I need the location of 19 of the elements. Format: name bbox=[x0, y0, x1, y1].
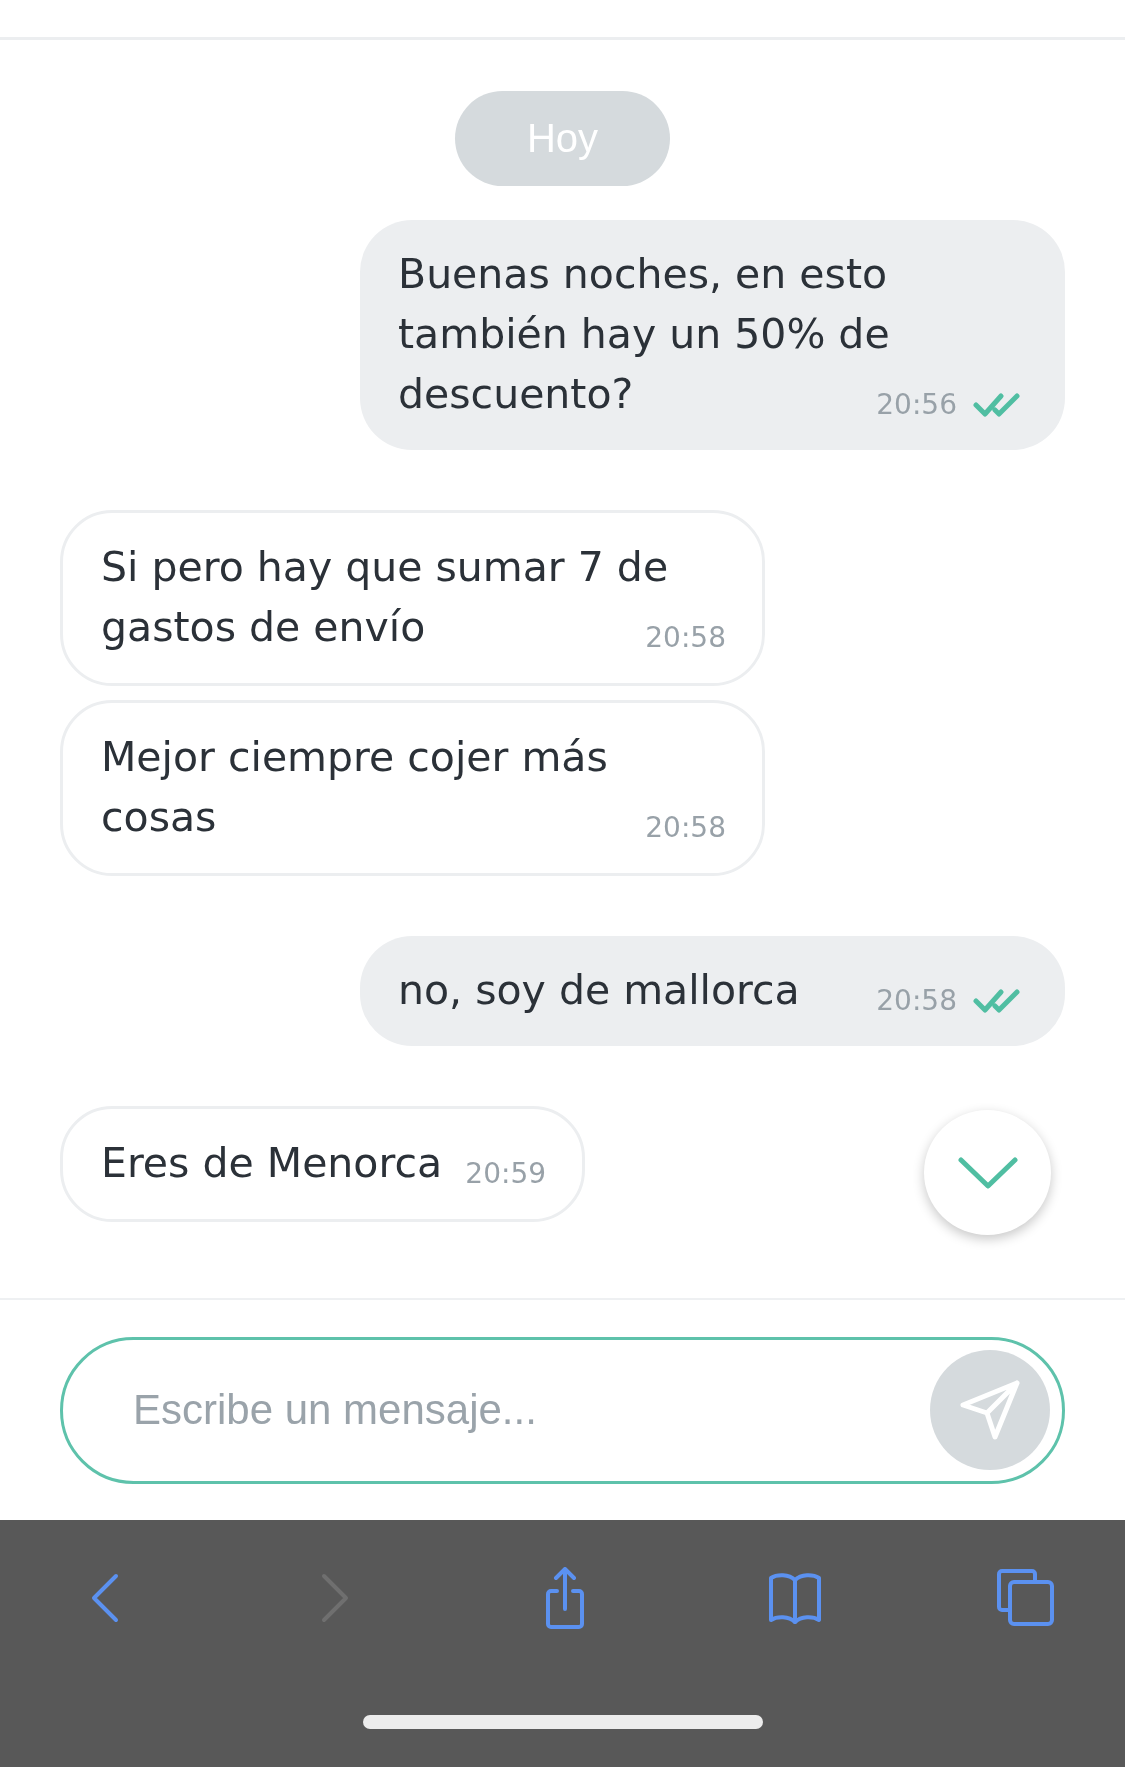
message-field[interactable]: Escribe un mensaje... bbox=[60, 1336, 1065, 1484]
received-message: Eres de Menorca 20:59 bbox=[60, 1106, 586, 1222]
received-message: Mejor ciempre cojer más cosas 20:58 bbox=[60, 700, 765, 876]
share-icon bbox=[546, 1566, 584, 1629]
sent-message: no, soy de mallorca 20:58 bbox=[360, 936, 1065, 1046]
message-time: 20:58 bbox=[876, 984, 957, 1018]
scroll-down-button[interactable] bbox=[924, 1110, 1051, 1235]
chevron-left-icon bbox=[90, 1571, 120, 1624]
message-time: 20:58 bbox=[645, 621, 726, 655]
message-time: 20:58 bbox=[645, 811, 726, 845]
message-time: 20:56 bbox=[876, 388, 957, 422]
message-input[interactable]: Escribe un mensaje... bbox=[133, 1360, 930, 1460]
chevron-down-icon bbox=[956, 1155, 1019, 1190]
tabs-icon bbox=[996, 1569, 1054, 1626]
received-message: Si pero hay que sumar 7 de gastos de envío 20:58 bbox=[60, 510, 765, 686]
send-button[interactable] bbox=[930, 1350, 1050, 1470]
sent-message: Buenas noches, en esto también hay un 50% de descuento? 20:56 bbox=[360, 220, 1065, 450]
message-time: 20:59 bbox=[465, 1157, 547, 1191]
book-icon bbox=[769, 1571, 821, 1624]
